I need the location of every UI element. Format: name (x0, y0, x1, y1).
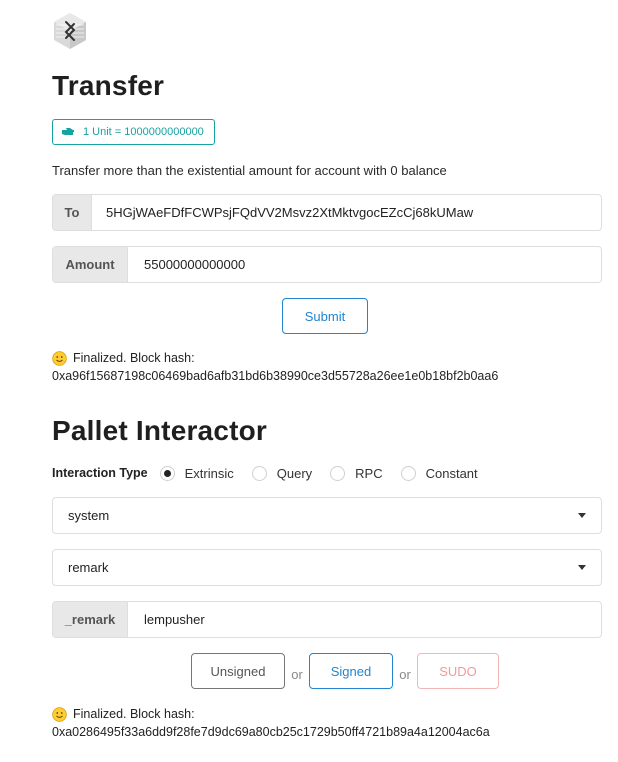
amount-input[interactable]: 55000000000000 (128, 247, 601, 282)
radio-query-label: Query (276, 465, 313, 481)
signed-button[interactable]: Signed (309, 653, 393, 689)
radio-constant-label: Constant (425, 465, 478, 481)
dropdown-caret-icon (578, 565, 586, 570)
amount-field[interactable]: Amount 55000000000000 (52, 246, 602, 283)
radio-extrinsic-label: Extrinsic (184, 465, 234, 481)
transfer-status-text: Finalized. Block hash: (73, 351, 195, 365)
unit-badge-text: 1 Unit = 1000000000000 (83, 126, 204, 138)
signing-button-group: Unsigned or Signed or SUDO (191, 653, 499, 689)
radio-query[interactable]: Query (251, 465, 313, 481)
to-input[interactable]: 5HGjWAeFDfFCWPsjFQdVV2Msvz2XtMktvgocEZcC… (92, 195, 601, 230)
or-separator: or (399, 666, 411, 682)
radio-circle-icon[interactable] (251, 465, 267, 481)
radio-circle-icon[interactable] (159, 465, 175, 481)
to-label: To (53, 195, 92, 230)
unit-badge: 1 Unit = 1000000000000 (52, 119, 215, 145)
transfer-note: Transfer more than the existential amoun… (52, 163, 447, 178)
pallet-status: Finalized. Block hash: 0xa0286495f33a6dd… (52, 705, 490, 741)
transfer-block-hash: 0xa96f15687198c06469bad6afb31bd6b38990ce… (52, 369, 499, 383)
to-field[interactable]: To 5HGjWAeFDfFCWPsjFQdVV2Msvz2XtMktvgocE… (52, 194, 602, 231)
pallet-select-value: system (68, 508, 110, 523)
radio-rpc[interactable]: RPC (330, 465, 383, 481)
transfer-title: Transfer (52, 70, 165, 101)
call-select-value: remark (68, 560, 109, 575)
unsigned-button[interactable]: Unsigned (191, 653, 285, 689)
radio-circle-icon[interactable] (330, 465, 346, 481)
radio-circle-icon[interactable] (400, 465, 416, 481)
remark-label: _remark (53, 602, 128, 637)
smiley-icon (52, 350, 67, 366)
pallet-status-text: Finalized. Block hash: (73, 707, 195, 721)
pallet-interactor-title: Pallet Interactor (52, 415, 268, 446)
transfer-status: Finalized. Block hash: 0xa96f15687198c06… (52, 349, 498, 385)
pallet-select[interactable]: system (52, 497, 602, 534)
dropdown-caret-icon (578, 513, 586, 518)
call-select[interactable]: remark (52, 549, 602, 586)
interaction-type-label: Interaction Type (52, 466, 148, 480)
radio-rpc-label: RPC (355, 465, 383, 481)
substrate-logo-icon (54, 13, 86, 49)
interaction-type-group: Interaction Type Extrinsic Query RPC Con… (52, 463, 496, 483)
amount-label: Amount (53, 247, 128, 282)
radio-extrinsic[interactable]: Extrinsic (159, 465, 234, 481)
smiley-icon (52, 706, 67, 722)
page: Transfer 1 Unit = 1000000000000 Transfer… (0, 0, 618, 762)
remark-field[interactable]: _remark lempusher (52, 601, 602, 638)
or-separator: or (291, 666, 303, 682)
submit-button[interactable]: Submit (282, 298, 368, 334)
pallet-block-hash: 0xa0286495f33a6dd9f28fe7d9dc69a80cb25c17… (52, 725, 490, 739)
radio-constant[interactable]: Constant (400, 465, 478, 481)
hand-pointing-icon (62, 128, 74, 135)
sudo-button[interactable]: SUDO (417, 653, 499, 689)
remark-input[interactable]: lempusher (128, 602, 601, 637)
